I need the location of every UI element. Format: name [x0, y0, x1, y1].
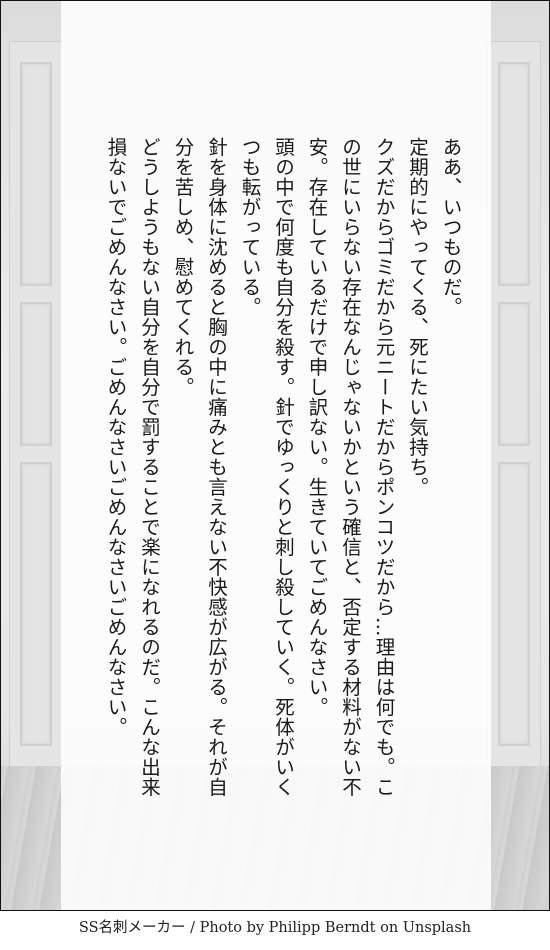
paragraph: 頭の中で何度も自分を殺す。針でゆっくりと刺し殺していく。死体がいくつも転がってい… [238, 137, 295, 797]
vertical-story-text: ああ、いつものだ。 定期的にやってくる、死にたい気持ち。 クズだからゴミだから元… [99, 137, 468, 797]
paragraph: 定期的にやってくる、死にたい気持ち。 [405, 137, 429, 497]
photo-credit: SS名刺メーカー / Photo by Philipp Berndt on Un… [78, 920, 472, 936]
paragraph: クズだからゴミだから元ニートだからポンコツだから…理由は何でも。この世にいらない… [305, 137, 395, 797]
door-left [9, 41, 63, 768]
card-frame: ああ、いつものだ。 定期的にやってくる、死にたい気持ち。 クズだからゴミだから元… [0, 0, 550, 911]
paragraph: 針を身体に沈めると胸の中に痛みとも言えない不快感が広がる。それが自分を苦しめ、慰… [171, 137, 228, 797]
paragraph: ああ、いつものだ。 [439, 137, 462, 317]
door-right [487, 41, 541, 768]
paragraph: どうしようもない自分を自分で罰することで楽になれるのだ。こんな出来損ないでごめん… [104, 137, 161, 797]
